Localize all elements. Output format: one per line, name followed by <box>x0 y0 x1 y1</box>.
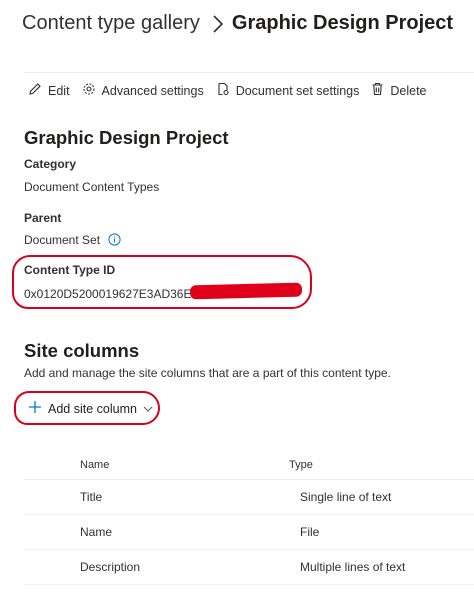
table-header: Name Type <box>24 450 474 480</box>
row-name: Title <box>80 490 103 504</box>
table-row[interactable]: Description Multiple lines of text <box>24 550 474 585</box>
edit-button[interactable]: Edit <box>28 82 70 99</box>
info-icon[interactable] <box>108 233 121 249</box>
row-type: File <box>300 525 320 539</box>
chevron-right-icon <box>212 14 224 33</box>
breadcrumb-root-link[interactable]: Content type gallery <box>22 12 200 35</box>
table-row[interactable]: Title Single line of text <box>24 480 474 515</box>
site-columns-description: Add and manage the site columns that are… <box>24 366 391 380</box>
column-header-type[interactable]: Type <box>289 459 474 471</box>
column-header-name[interactable]: Name <box>24 459 289 471</box>
content-type-title: Graphic Design Project <box>24 127 229 148</box>
toolbar-divider <box>24 72 474 73</box>
category-label: Category <box>24 157 77 171</box>
edit-label: Edit <box>48 83 70 98</box>
pencil-icon <box>28 82 48 99</box>
table-row[interactable]: Name File <box>24 515 474 550</box>
breadcrumb-current: Graphic Design Project <box>231 12 454 34</box>
site-columns-table: Name Type Title Single line of text Name… <box>24 450 474 585</box>
trash-icon <box>371 82 390 99</box>
gear-icon <box>82 82 102 99</box>
document-settings-icon <box>216 82 236 99</box>
parent-value: Document Set <box>24 233 101 248</box>
parent-label: Parent <box>24 211 62 225</box>
advanced-settings-button[interactable]: Advanced settings <box>82 82 204 99</box>
annotation-circle-add-site-column <box>14 391 160 425</box>
annotation-circle-content-type-id <box>12 255 312 309</box>
breadcrumb: Content type gallery Graphic Design Proj… <box>22 12 453 35</box>
category-value: Document Content Types <box>24 180 160 194</box>
row-type: Multiple lines of text <box>300 560 406 574</box>
document-set-settings-button[interactable]: Document set settings <box>216 82 360 99</box>
row-name: Name <box>80 525 113 539</box>
row-type: Single line of text <box>300 490 392 504</box>
document-set-settings-label: Document set settings <box>235 83 360 98</box>
command-bar: Edit Advanced settings Document set sett… <box>28 82 439 99</box>
delete-label: Delete <box>390 83 427 98</box>
delete-button[interactable]: Delete <box>371 82 427 99</box>
advanced-settings-label: Advanced settings <box>101 83 204 98</box>
row-name: Description <box>80 560 141 574</box>
site-columns-title: Site columns <box>24 340 140 361</box>
parent-value-row: Document Set <box>24 233 121 249</box>
